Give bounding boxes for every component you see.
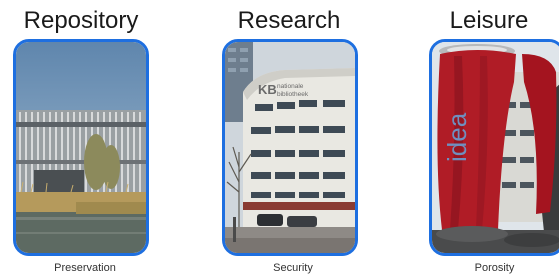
panel-research: Research KB nationale bibliotheek Securi… [214, 0, 364, 275]
image-card [13, 39, 149, 256]
image-card: idea [429, 39, 559, 256]
panel-title: Research [237, 7, 341, 34]
sign-line-1: nationale [277, 83, 304, 90]
sign-kb: KB [258, 82, 277, 97]
repository-image [16, 42, 146, 253]
panel-leisure: Leisure idea Porosity [410, 0, 559, 275]
idea-logo: idea [442, 112, 472, 162]
sign-line-2: bibliotheek [277, 91, 309, 98]
panel-caption: Porosity [474, 262, 515, 274]
panel-caption: Security [273, 262, 313, 274]
image-card: KB nationale bibliotheek [222, 39, 358, 256]
research-image: KB nationale bibliotheek [225, 42, 355, 253]
panel-repository: Repository Preservation [6, 0, 156, 275]
panel-title: Leisure [449, 7, 529, 34]
leisure-image: idea [432, 42, 559, 253]
panel-title: Repository [23, 7, 139, 34]
panel-caption: Preservation [54, 262, 116, 274]
